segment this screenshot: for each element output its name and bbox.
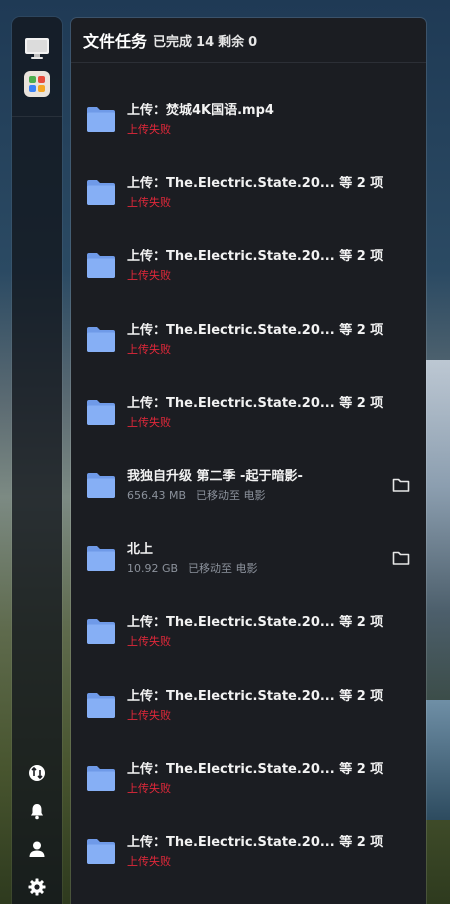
task-moved: 已移动至 电影 [188,562,258,576]
remaining-label: 剩余 [218,34,245,50]
folder-icon [86,105,116,133]
folder-icon [86,691,116,719]
task-texts: 上传：The.Electric.State.20... 等 2 项上传失败 [127,176,386,210]
task-texts: 北上 10.92 GB 已移动至 电影 [127,542,386,576]
task-row[interactable]: 上传：The.Electric.State.20... 等 2 项上传失败 [71,817,426,890]
task-title: 上传：The.Electric.State.20... 等 2 项 [127,688,384,704]
task-status: 上传失败 [127,342,171,356]
task-meta: 10.92 GB 已移动至 电影 [127,562,386,576]
task-title: 上传：The.Electric.State.20... 等 2 项 [127,395,384,411]
user-icon[interactable] [28,840,46,858]
task-texts: 上传：The.Electric.State.20... 等 2 项上传失败 [127,835,386,869]
task-status: 上传失败 [127,415,171,429]
monitor-icon[interactable] [24,35,50,61]
task-title: 上传：The.Electric.State.20... 等 2 项 [127,834,384,850]
task-title: 我独自升级 第二季 -起于暗影- [127,468,303,484]
folder-icon [86,764,116,792]
task-texts: 上传：The.Electric.State.20... 等 2 项上传失败 [127,396,386,430]
remaining-count: 0 [248,34,258,50]
file-tasks-panel: 文件任务 已完成 14 剩余 0 上传：焚城4K国语.mp4 上传失败 上传：The.El… [71,18,426,904]
folder-icon [86,471,116,499]
task-title: 上传：The.Electric.State.20... 等 2 项 [127,615,384,631]
task-row[interactable]: 上传：The.Electric.State.20... 等 2 项上传失败 [71,378,426,451]
folder-icon [86,837,116,865]
task-status: 上传失败 [127,781,171,795]
settings-icon[interactable] [28,878,46,896]
task-texts: 我独自升级 第二季 -起于暗影- 656.43 MB 已移动至 电影 [127,469,386,503]
task-texts: 上传：The.Electric.State.20... 等 2 项上传失败 [127,249,386,283]
task-title: 上传：The.Electric.State.20... 等 2 项 [127,322,384,338]
task-title: 上传：The.Electric.State.20... 等 2 项 [127,249,384,265]
background-lake [424,700,450,820]
task-row[interactable]: 上传：The.Electric.State.20... 等 2 项上传失败 [71,671,426,744]
task-row[interactable]: 北上 10.92 GB 已移动至 电影 [71,524,426,597]
panel-header: 文件任务 已完成 14 剩余 0 [71,18,426,63]
task-status: 上传失败 [127,123,171,136]
task-title: 上传：The.Electric.State.20... 等 2 项 [127,761,384,777]
folder-icon [86,544,116,572]
task-status: 上传失败 [127,196,171,210]
task-texts: 上传：The.Electric.State.20... 等 2 项上传失败 [127,615,386,649]
folder-icon [86,617,116,645]
task-row[interactable]: 上传：The.Electric.State.20... 等 2 项上传失败 [71,597,426,670]
task-status: 上传失败 [127,269,171,283]
task-title: 上传：焚城4K国语.mp4 [127,103,274,118]
folder-icon [86,398,116,426]
task-title: 上传：The.Electric.State.20... 等 2 项 [127,176,384,192]
folder-icon [86,251,116,279]
task-texts: 上传：The.Electric.State.20... 等 2 项上传失败 [127,323,386,357]
open-folder-icon[interactable] [392,550,410,566]
transfer-icon[interactable] [28,764,46,782]
launcher-icon[interactable] [24,71,50,97]
task-size: 656.43 MB [127,488,187,502]
task-row[interactable]: 上传：焚城4K国语.mp4 上传失败 [71,85,426,158]
task-title: 北上 [127,542,154,558]
task-summary: 已完成 14 剩余 0 [153,31,261,50]
folder-icon [86,325,116,353]
task-meta: 656.43 MB 已移动至 电影 [127,489,386,503]
task-texts: 上传：The.Electric.State.20... 等 2 项上传失败 [127,689,386,723]
panel-title: 文件任务 [83,32,148,51]
sidebar-dock [12,17,62,904]
task-row[interactable]: 上传：The.Electric.State.20... 等 2 项上传失败 [71,158,426,231]
task-size: 10.92 GB [127,562,179,576]
open-folder-icon[interactable] [392,477,410,493]
task-row[interactable]: 上传：The.Electric.State.20... 等 2 项上传失败 [71,231,426,304]
task-status: 上传失败 [127,854,171,868]
task-row[interactable]: 我独自升级 第二季 -起于暗影- 656.43 MB 已移动至 电影 [71,451,426,524]
folder-icon [86,178,116,206]
task-status: 上传失败 [127,708,171,722]
task-status: 上传失败 [127,635,171,649]
bell-icon[interactable] [28,802,46,820]
completed-count: 14 [196,34,215,50]
completed-label: 已完成 [153,34,193,50]
task-row[interactable]: 上传：The.Electric.State.20... 等 2 项上传失败 [71,744,426,817]
task-row[interactable]: 上传：The.Electric.State.20... 等 2 项上传失败 [71,305,426,378]
sidebar-divider [12,116,62,117]
task-texts: 上传：The.Electric.State.20... 等 2 项上传失败 [127,762,386,796]
task-moved: 已移动至 电影 [196,488,266,502]
task-texts: 上传：焚城4K国语.mp4 上传失败 [127,103,386,137]
task-list: 上传：焚城4K国语.mp4 上传失败 上传：The.Electric.State.2… [71,85,426,890]
